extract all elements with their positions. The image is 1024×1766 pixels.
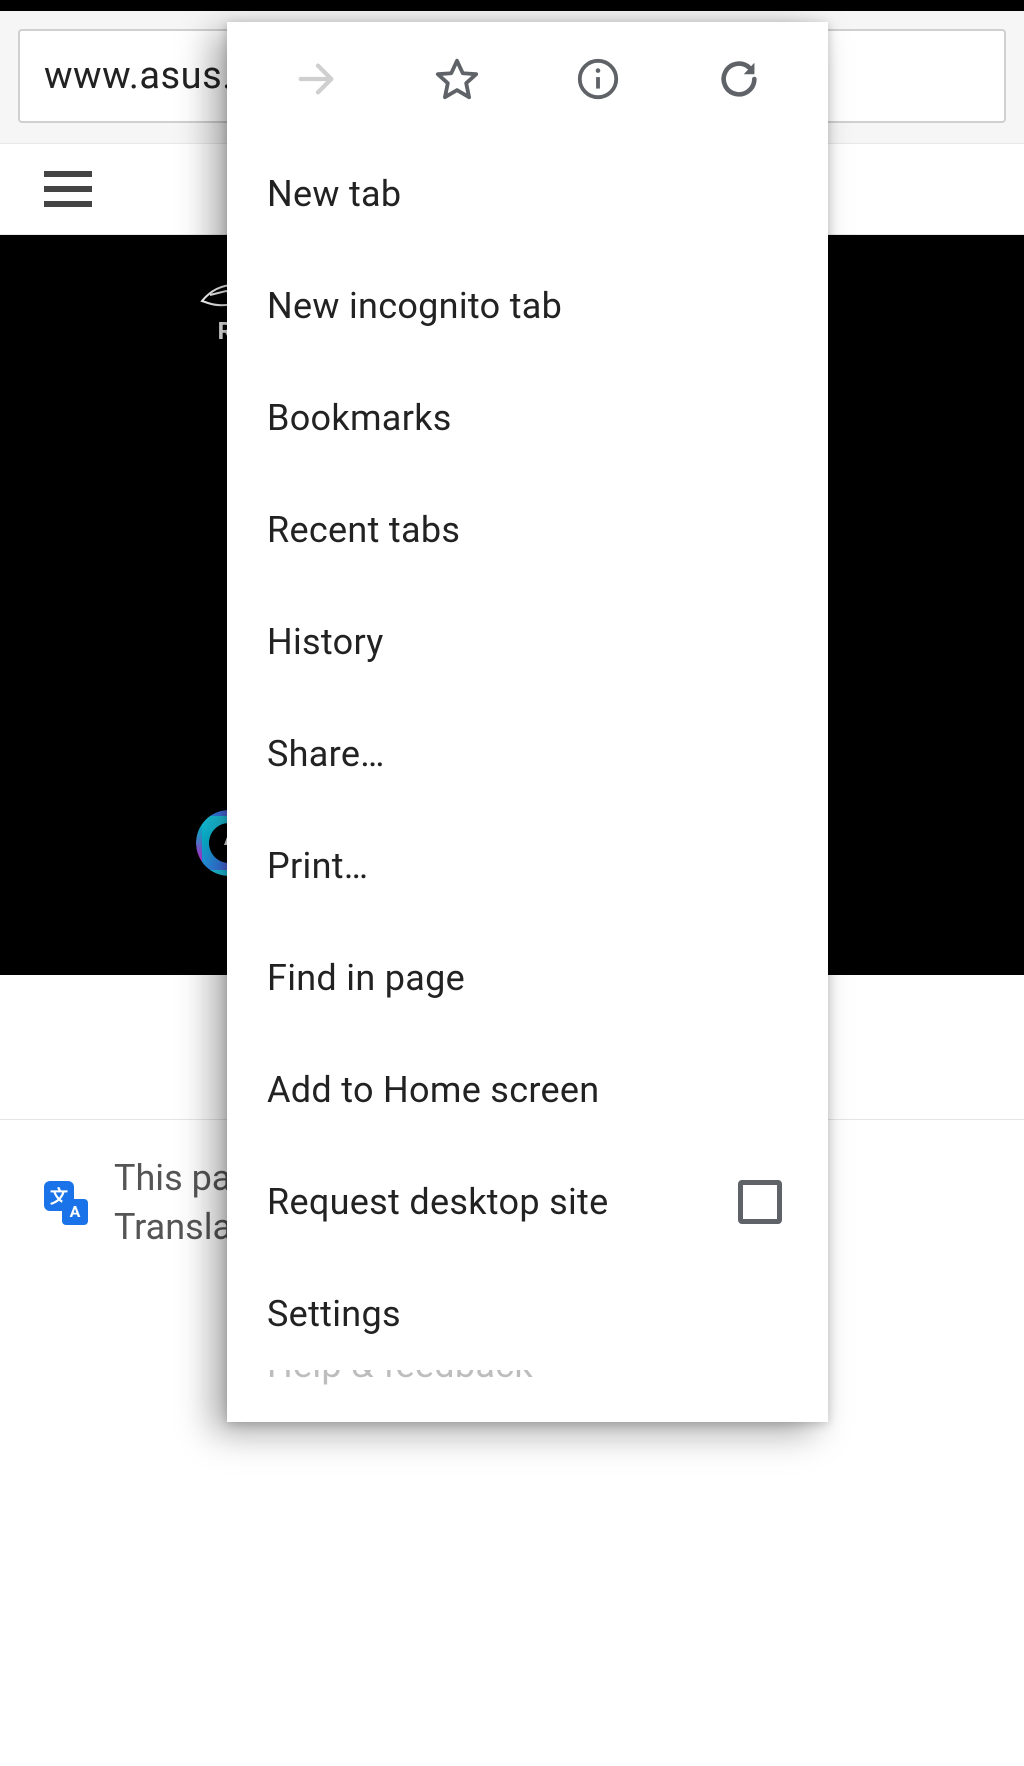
menu-item-label: History — [267, 621, 384, 663]
status-bar — [0, 0, 1024, 11]
menu-item-share[interactable]: Share… — [227, 698, 828, 810]
browser-overflow-menu: New tab New incognito tab Bookmarks Rece… — [227, 22, 828, 1422]
reload-button[interactable] — [713, 53, 765, 105]
menu-item-settings[interactable]: Settings — [227, 1258, 828, 1370]
menu-item-request-desktop-site[interactable]: Request desktop site — [227, 1146, 828, 1258]
menu-item-recent-tabs[interactable]: Recent tabs — [227, 474, 828, 586]
menu-item-new-incognito-tab[interactable]: New incognito tab — [227, 250, 828, 362]
info-circle-icon — [575, 56, 621, 102]
hamburger-menu-icon[interactable] — [44, 171, 92, 207]
menu-item-history[interactable]: History — [227, 586, 828, 698]
menu-item-print[interactable]: Print… — [227, 810, 828, 922]
menu-item-label: Help & feedback — [267, 1370, 533, 1386]
translate-line1: This pa — [114, 1154, 232, 1203]
menu-item-bookmarks[interactable]: Bookmarks — [227, 362, 828, 474]
menu-item-new-tab[interactable]: New tab — [227, 138, 828, 250]
reload-icon — [716, 56, 762, 102]
arrow-forward-icon — [293, 56, 339, 102]
menu-item-label: New tab — [267, 173, 401, 215]
menu-item-label: Share… — [267, 733, 385, 775]
menu-item-label: New incognito tab — [267, 285, 562, 327]
forward-button[interactable] — [290, 53, 342, 105]
menu-item-label: Settings — [267, 1293, 401, 1335]
menu-item-label: Recent tabs — [267, 509, 460, 551]
menu-item-find-in-page[interactable]: Find in page — [227, 922, 828, 1034]
menu-list: New tab New incognito tab Bookmarks Rece… — [227, 136, 828, 1414]
translate-line2: Transla — [114, 1203, 232, 1252]
menu-item-label: Find in page — [267, 957, 465, 999]
translate-icon: 文 A — [44, 1181, 88, 1225]
star-outline-icon — [434, 56, 480, 102]
menu-item-help-feedback[interactable]: Help & feedback — [227, 1370, 828, 1414]
menu-item-add-to-home-screen[interactable]: Add to Home screen — [227, 1034, 828, 1146]
bookmark-star-button[interactable] — [431, 53, 483, 105]
menu-icon-row — [227, 22, 828, 136]
address-bar-url: www.asus. — [44, 54, 233, 98]
menu-item-label: Add to Home screen — [267, 1069, 599, 1111]
desktop-site-checkbox[interactable] — [738, 1180, 782, 1224]
page-info-button[interactable] — [572, 53, 624, 105]
menu-item-label: Print… — [267, 845, 368, 887]
menu-item-label: Request desktop site — [267, 1181, 608, 1223]
menu-item-label: Bookmarks — [267, 397, 452, 439]
translate-prompt-text: This pa Transla — [114, 1154, 232, 1251]
